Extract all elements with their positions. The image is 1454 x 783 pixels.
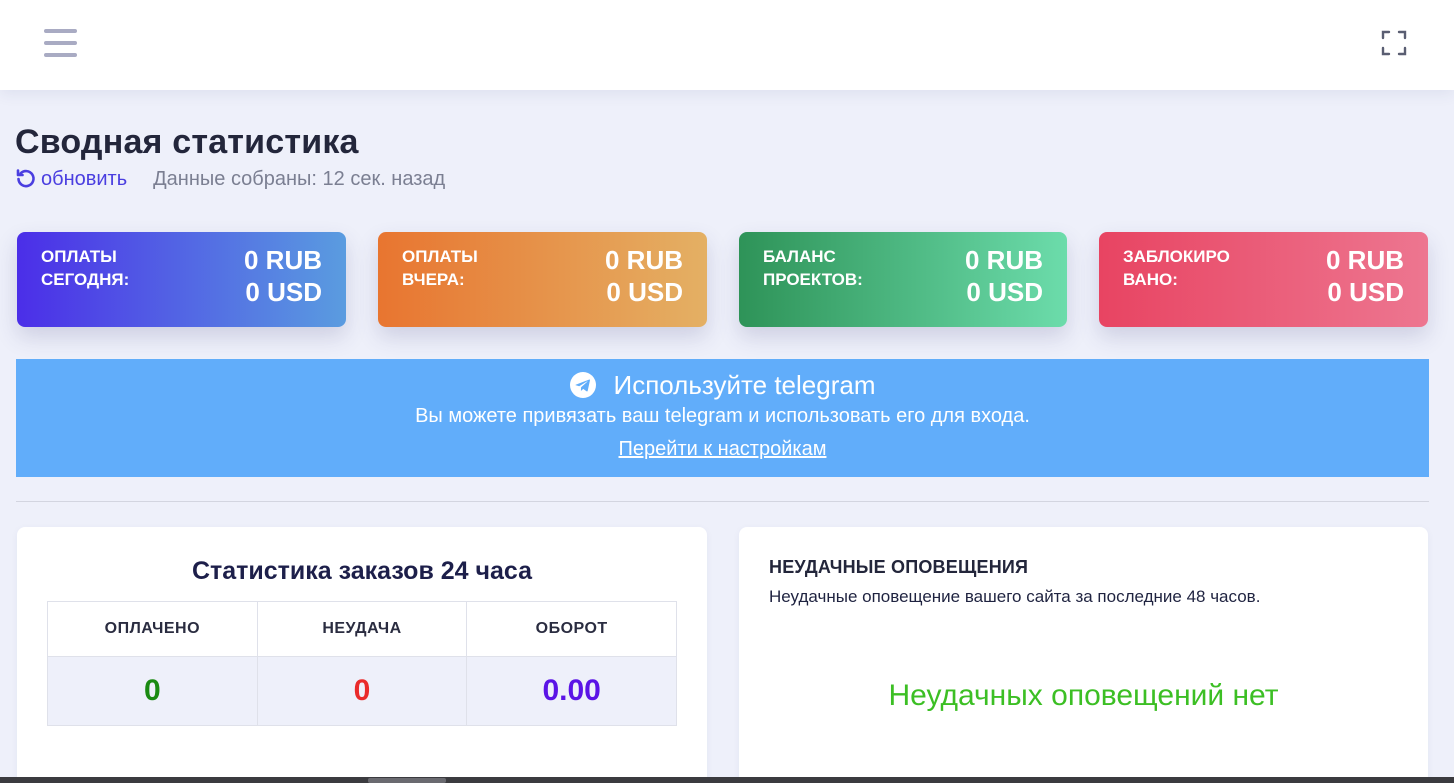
card-payments-today: Оплаты сегодня: 0 RUB 0 USD bbox=[17, 232, 346, 327]
hamburger-menu-icon[interactable] bbox=[44, 29, 78, 57]
failed-notifications-panel: НЕУДАЧНЫЕ ОПОВЕЩЕНИЯ Неудачные оповещени… bbox=[739, 527, 1428, 783]
card-usd-value: 0 USD bbox=[1327, 277, 1404, 307]
telegram-banner-title-row: Используйте telegram bbox=[16, 369, 1429, 401]
card-usd-value: 0 USD bbox=[966, 277, 1043, 307]
telegram-banner-title: Используйте telegram bbox=[613, 369, 876, 400]
refresh-button[interactable]: обновить bbox=[15, 168, 127, 191]
card-values: 0 RUB 0 USD bbox=[1326, 244, 1404, 308]
card-payments-yesterday: Оплаты вчера: 0 RUB 0 USD bbox=[378, 232, 707, 327]
card-label: Оплаты вчера: bbox=[402, 247, 478, 289]
failed-value: 0 bbox=[256, 656, 468, 726]
failed-notifications-subtitle: Неудачные оповещение вашего сайта за пос… bbox=[769, 587, 1261, 606]
column-header-failed: НЕУДАЧА bbox=[256, 601, 468, 657]
refresh-label: обновить bbox=[41, 167, 128, 190]
card-rub-value: 0 RUB bbox=[243, 245, 322, 275]
card-label: Оплаты сегодня: bbox=[41, 247, 130, 289]
card-values: 0 RUB 0 USD bbox=[244, 244, 322, 308]
card-usd-value: 0 USD bbox=[245, 277, 322, 307]
card-label: Баланс проектов: bbox=[763, 247, 863, 289]
card-values: 0 RUB 0 USD bbox=[965, 244, 1043, 308]
card-rub-value: 0 RUB bbox=[604, 245, 683, 275]
scrollbar-thumb[interactable] bbox=[368, 778, 446, 783]
telegram-banner: Используйте telegram Вы можете привязать… bbox=[16, 359, 1429, 477]
top-bar bbox=[0, 0, 1454, 90]
telegram-icon bbox=[569, 372, 596, 398]
telegram-banner-text: Вы можете привязать ваш telegram и испол… bbox=[415, 405, 1030, 427]
page-title: Сводная статистика bbox=[15, 123, 359, 161]
card-values: 0 RUB 0 USD bbox=[605, 244, 683, 308]
refresh-icon bbox=[16, 169, 35, 188]
refresh-row: обновить Данные собраны: 12 сек. назад bbox=[15, 166, 445, 192]
orders-stats-panel: Статистика заказов 24 часа ОПЛАЧЕНО НЕУД… bbox=[17, 527, 707, 783]
turnover-value: 0.00 bbox=[466, 656, 677, 726]
card-projects-balance: Баланс проектов: 0 RUB 0 USD bbox=[739, 232, 1067, 327]
card-label: Заблокиро вано: bbox=[1123, 247, 1230, 289]
fullscreen-icon[interactable] bbox=[1381, 30, 1407, 56]
failed-notifications-title: НЕУДАЧНЫЕ ОПОВЕЩЕНИЯ bbox=[769, 557, 1029, 577]
table-header-row: ОПЛАЧЕНО НЕУДАЧА ОБОРОТ bbox=[47, 601, 677, 657]
orders-stats-title: Статистика заказов 24 часа bbox=[191, 557, 533, 585]
paid-value: 0 bbox=[47, 656, 258, 726]
card-usd-value: 0 USD bbox=[606, 277, 683, 307]
divider bbox=[16, 501, 1429, 502]
no-failed-notifications-text: Неудачных оповещений нет bbox=[888, 679, 1279, 712]
orders-stats-table: ОПЛАЧЕНО НЕУДАЧА ОБОРОТ 0 0 0.00 bbox=[47, 601, 677, 726]
telegram-settings-link[interactable]: Перейти к настройкам bbox=[16, 438, 1429, 461]
card-blocked: Заблокиро вано: 0 RUB 0 USD bbox=[1099, 232, 1428, 327]
column-header-paid: ОПЛАЧЕНО bbox=[47, 601, 258, 657]
card-rub-value: 0 RUB bbox=[1325, 245, 1404, 275]
horizontal-scrollbar[interactable] bbox=[0, 777, 1454, 783]
column-header-turnover: ОБОРОТ bbox=[466, 601, 677, 657]
card-rub-value: 0 RUB bbox=[964, 245, 1043, 275]
table-row: 0 0 0.00 bbox=[47, 656, 677, 726]
collected-time-text: Данные собраны: 12 сек. назад bbox=[153, 167, 446, 190]
